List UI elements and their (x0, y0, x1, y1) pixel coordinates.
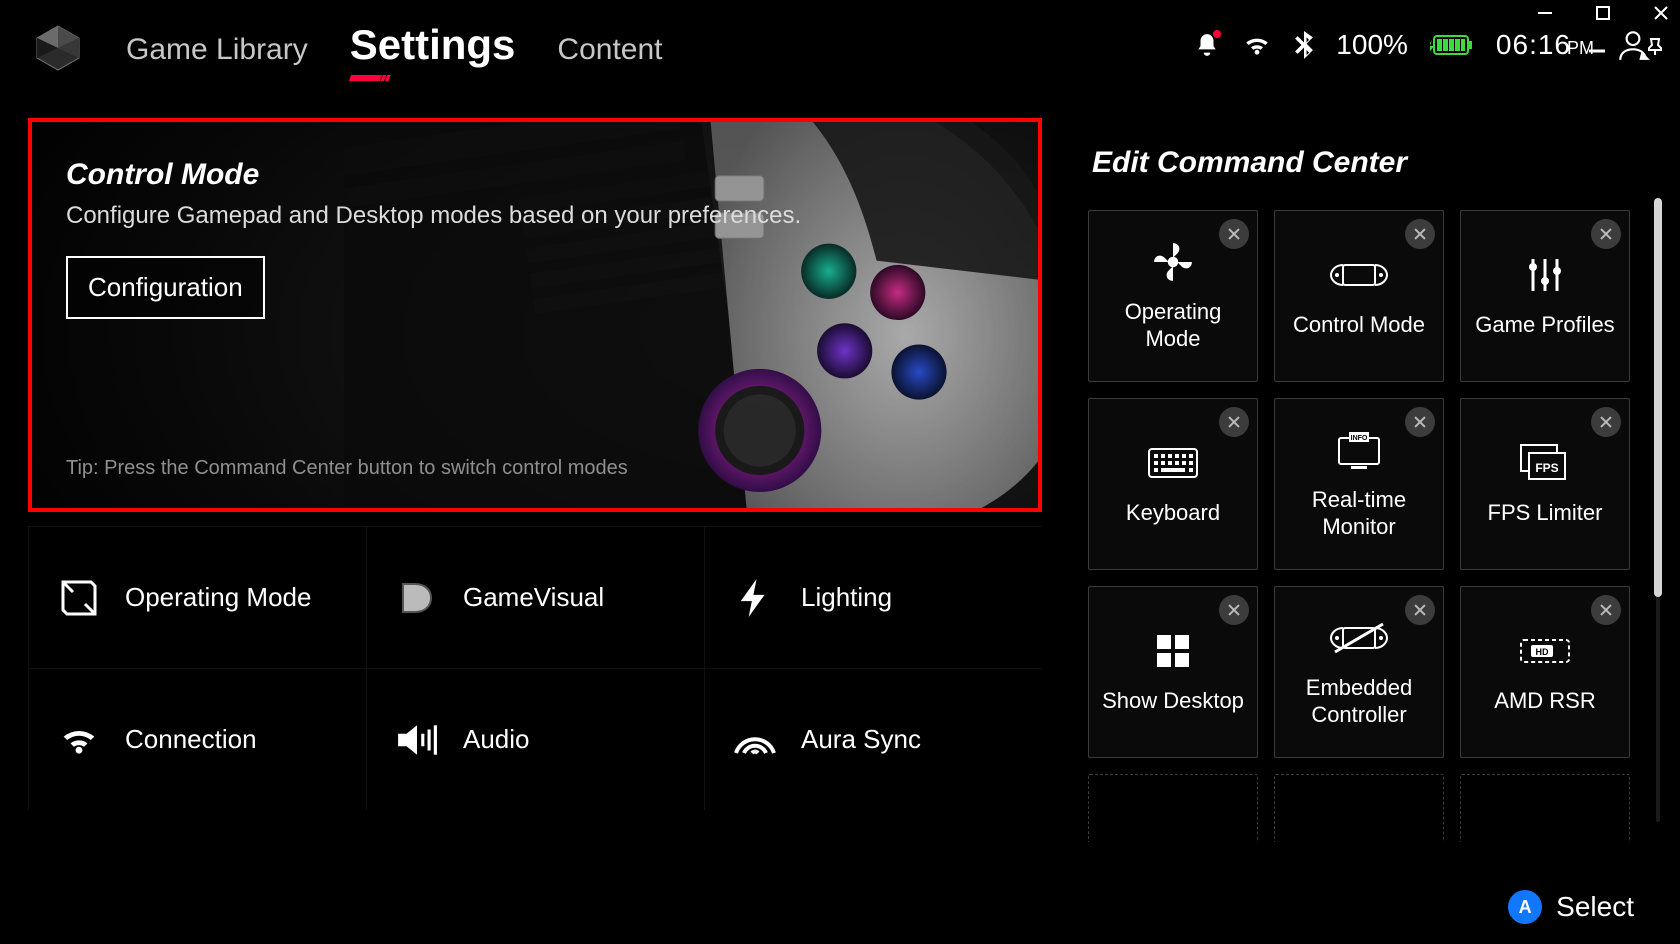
main-nav: Game Library Settings Content (126, 21, 663, 75)
nav-settings[interactable]: Settings (350, 21, 516, 75)
plus-icon: + (1348, 839, 1369, 842)
monitor-info-icon: INFO (1335, 428, 1383, 472)
cc-tile-empty-slot[interactable]: + (1088, 774, 1258, 842)
cc-tile-empty-slot[interactable]: + (1460, 774, 1630, 842)
sliders-icon (1525, 253, 1565, 297)
bottom-hint-label: Select (1556, 891, 1634, 923)
cc-tile-label: Real-time Monitor (1275, 486, 1443, 541)
cc-tile-label: Operating Mode (1089, 298, 1257, 353)
settings-tile-label: Audio (463, 724, 530, 755)
fan-icon (1152, 240, 1194, 284)
main-area: Control Mode Configure Gamepad and Deskt… (0, 96, 1680, 842)
nav-game-library[interactable]: Game Library (126, 33, 308, 73)
settings-tile-label: Connection (125, 724, 257, 755)
handheld-icon (1329, 253, 1389, 297)
remove-tile-button[interactable] (1219, 595, 1249, 625)
command-center-grid: Operating Mode Control Mode Game Profile… (1088, 210, 1646, 842)
hero-description: Configure Gamepad and Desktop modes base… (66, 202, 1004, 230)
nav-content[interactable]: Content (557, 33, 662, 73)
plus-icon: + (1162, 839, 1183, 842)
gamevisual-icon (395, 576, 439, 620)
cc-tile-keyboard[interactable]: Keyboard (1088, 398, 1258, 570)
app-logo-icon (30, 20, 86, 76)
plus-icon: + (1534, 839, 1555, 842)
windows-icon (1153, 629, 1193, 673)
cc-tile-realtime-monitor[interactable]: INFO Real-time Monitor (1274, 398, 1444, 570)
cc-tile-label: Control Mode (1285, 311, 1433, 339)
settings-tile-label: Operating Mode (125, 582, 311, 613)
cc-tile-label: AMD RSR (1486, 687, 1603, 715)
lighting-icon (733, 576, 777, 620)
keyboard-icon (1147, 441, 1199, 485)
hero-control-mode-panel[interactable]: Control Mode Configure Gamepad and Deskt… (28, 118, 1042, 512)
svg-text:FPS: FPS (1535, 461, 1558, 475)
aura-sync-icon (733, 718, 777, 762)
remove-tile-button[interactable] (1591, 407, 1621, 437)
settings-left-pane: Control Mode Configure Gamepad and Deskt… (28, 118, 1042, 842)
cc-tile-label: FPS Limiter (1480, 499, 1611, 527)
operating-mode-icon (57, 576, 101, 620)
settings-tile-lighting[interactable]: Lighting (704, 526, 1042, 668)
cc-tile-label: Show Desktop (1094, 687, 1252, 715)
topbar: Game Library Settings Content 100% 06:16… (0, 0, 1680, 96)
remove-tile-button[interactable] (1405, 407, 1435, 437)
cc-tile-label: Game Profiles (1467, 311, 1622, 339)
cc-tile-empty-slot[interactable]: + (1274, 774, 1444, 842)
cc-tile-label: Embedded Controller (1275, 674, 1443, 729)
notifications-icon[interactable] (1194, 32, 1220, 58)
remove-tile-button[interactable] (1405, 219, 1435, 249)
cc-tile-label: Keyboard (1118, 499, 1228, 527)
remove-tile-button[interactable] (1591, 219, 1621, 249)
bottom-hint: A Select (1508, 890, 1634, 924)
audio-icon (395, 718, 439, 762)
cc-tile-game-profiles[interactable]: Game Profiles (1460, 210, 1630, 382)
remove-tile-button[interactable] (1219, 407, 1249, 437)
wifi-status-icon[interactable] (1242, 33, 1272, 57)
hd-icon: HD (1519, 629, 1571, 673)
fps-icon: FPS (1519, 441, 1571, 485)
command-center-panel: Edit Command Center Operating Mode Contr… (1082, 118, 1652, 842)
cc-tile-operating-mode[interactable]: Operating Mode (1088, 210, 1258, 382)
cc-tile-show-desktop[interactable]: Show Desktop (1088, 586, 1258, 758)
wifi-icon (57, 718, 101, 762)
remove-tile-button[interactable] (1405, 595, 1435, 625)
svg-text:INFO: INFO (1351, 435, 1368, 442)
hero-title: Control Mode (66, 158, 1004, 192)
handheld-off-icon (1329, 616, 1389, 660)
a-button-badge: A (1508, 890, 1542, 924)
battery-percent: 100% (1336, 29, 1408, 61)
remove-tile-button[interactable] (1591, 595, 1621, 625)
scrollbar-thumb[interactable] (1654, 198, 1662, 597)
command-center-title: Edit Command Center (1092, 146, 1646, 180)
cc-tile-control-mode[interactable]: Control Mode (1274, 210, 1444, 382)
cc-tile-fps-limiter[interactable]: FPS FPS Limiter (1460, 398, 1630, 570)
bluetooth-status-icon[interactable] (1294, 31, 1314, 59)
settings-tile-label: Aura Sync (801, 724, 921, 755)
battery-charging-icon (1430, 33, 1474, 57)
settings-tile-connection[interactable]: Connection (28, 668, 366, 810)
hero-tip-text: Tip: Press the Command Center button to … (66, 457, 628, 480)
user-status-icon[interactable] (1616, 28, 1650, 62)
settings-grid: Operating Mode GameVisual Lighting Conne… (28, 526, 1042, 810)
cc-tile-amd-rsr[interactable]: HD AMD RSR (1460, 586, 1630, 758)
svg-text:HD: HD (1536, 647, 1549, 657)
settings-tile-label: Lighting (801, 582, 892, 613)
settings-tile-label: GameVisual (463, 582, 604, 613)
cc-tile-embedded-controller[interactable]: Embedded Controller (1274, 586, 1444, 758)
status-bar: 100% 06:16PM (1194, 28, 1650, 62)
clock-time: 06:16PM (1496, 29, 1594, 61)
settings-tile-aura-sync[interactable]: Aura Sync (704, 668, 1042, 810)
configuration-button[interactable]: Configuration (66, 256, 265, 319)
remove-tile-button[interactable] (1219, 219, 1249, 249)
scrollbar[interactable] (1654, 198, 1662, 822)
settings-tile-audio[interactable]: Audio (366, 668, 704, 810)
settings-tile-gamevisual[interactable]: GameVisual (366, 526, 704, 668)
settings-tile-operating-mode[interactable]: Operating Mode (28, 526, 366, 668)
